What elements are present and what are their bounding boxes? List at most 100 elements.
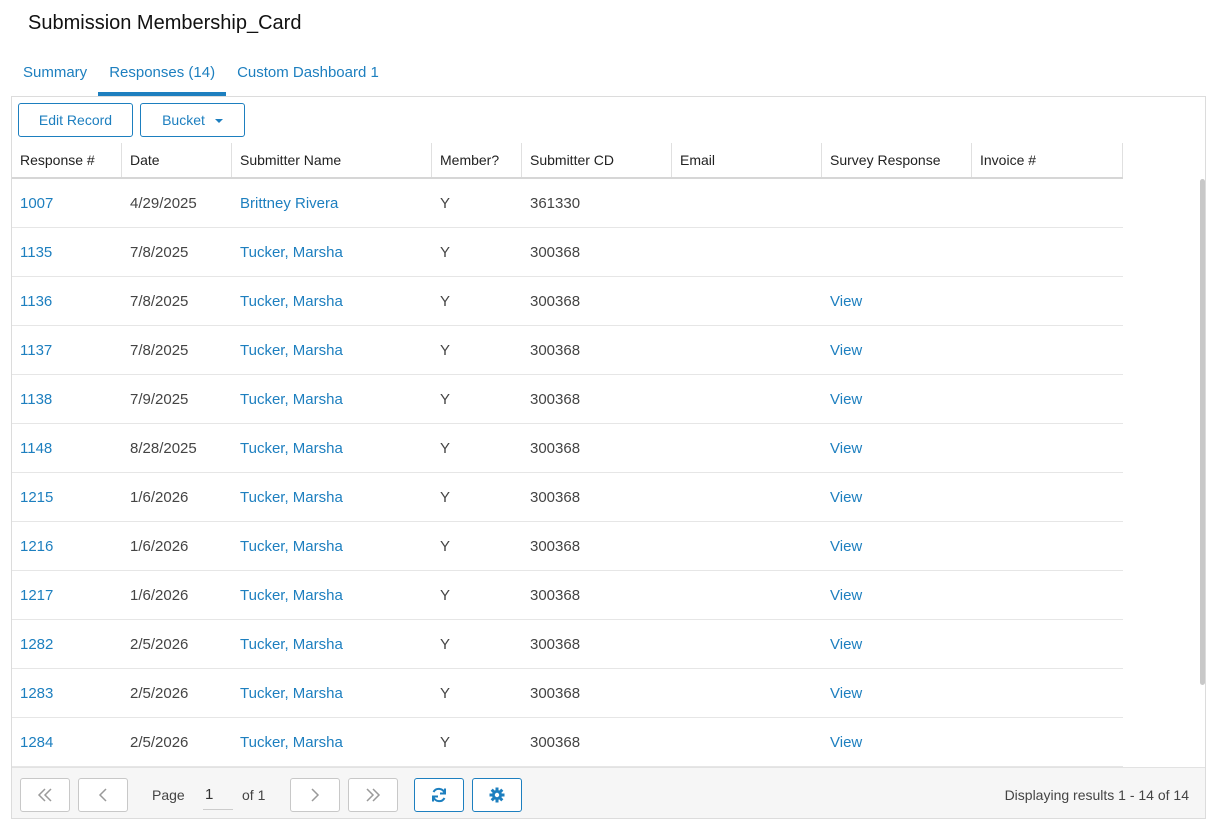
cell-submitter-name: Tucker, Marsha: [232, 522, 432, 570]
cell-invoice: [972, 473, 1123, 521]
cell-survey-response-text[interactable]: View: [830, 440, 862, 457]
cell-response-number-text[interactable]: 1137: [20, 342, 52, 359]
page-number-input[interactable]: [203, 780, 233, 810]
edit-record-button[interactable]: Edit Record: [18, 103, 133, 137]
cell-survey-response: [822, 179, 972, 227]
cell-survey-response-text[interactable]: View: [830, 293, 862, 310]
cell-survey-response-text[interactable]: View: [830, 685, 862, 702]
column-header-email[interactable]: Email: [672, 143, 822, 177]
column-header-date[interactable]: Date: [122, 143, 232, 177]
cell-survey-response: View: [822, 620, 972, 668]
last-page-icon: [366, 788, 381, 802]
cell-submitter-name-text[interactable]: Tucker, Marsha: [240, 440, 343, 457]
cell-submitter-name-text[interactable]: Brittney Rivera: [240, 195, 338, 212]
cell-member-text: Y: [440, 586, 451, 604]
edit-record-label: Edit Record: [38, 112, 113, 128]
bucket-dropdown-button[interactable]: Bucket: [140, 103, 245, 137]
tab-custom-dashboard[interactable]: Custom Dashboard 1: [226, 60, 390, 96]
cell-submitter-name-text[interactable]: Tucker, Marsha: [240, 342, 343, 359]
cell-response-number-text[interactable]: 1283: [20, 685, 53, 702]
cell-submitter-cd: 300368: [522, 718, 672, 766]
cell-survey-response-text[interactable]: View: [830, 391, 862, 408]
cell-date-text: 7/8/2025: [130, 292, 189, 310]
table-row[interactable]: 1282 2/5/2026 Tucker, Marsha Y 300368 View: [12, 620, 1123, 669]
tab-summary[interactable]: Summary: [12, 60, 98, 96]
tab-responses[interactable]: Responses (14): [98, 60, 226, 96]
cell-submitter-name-text[interactable]: Tucker, Marsha: [240, 293, 343, 310]
cell-date-text: 8/28/2025: [130, 439, 197, 457]
cell-submitter-name-text[interactable]: Tucker, Marsha: [240, 685, 343, 702]
cell-submitter-cd: 300368: [522, 571, 672, 619]
gear-icon: [489, 787, 505, 803]
table-row[interactable]: 1148 8/28/2025 Tucker, Marsha Y 300368 View: [12, 424, 1123, 473]
cell-response-number: 1217: [12, 571, 122, 619]
previous-page-button[interactable]: [78, 778, 128, 812]
table-row[interactable]: 1136 7/8/2025 Tucker, Marsha Y 300368 View: [12, 277, 1123, 326]
column-header-invoice[interactable]: Invoice #: [972, 143, 1123, 177]
table-row[interactable]: 1007 4/29/2025 Brittney Rivera Y 361330: [12, 179, 1123, 228]
cell-submitter-name: Tucker, Marsha: [232, 375, 432, 423]
cell-response-number-text[interactable]: 1216: [20, 538, 53, 555]
first-page-button[interactable]: [20, 778, 70, 812]
cell-response-number-text[interactable]: 1217: [20, 587, 53, 604]
cell-response-number: 1137: [12, 326, 122, 374]
settings-button[interactable]: [472, 778, 522, 812]
table-row[interactable]: 1138 7/9/2025 Tucker, Marsha Y 300368 View: [12, 375, 1123, 424]
table-row[interactable]: 1217 1/6/2026 Tucker, Marsha Y 300368 View: [12, 571, 1123, 620]
refresh-button[interactable]: [414, 778, 464, 812]
cell-submitter-cd-text: 300368: [530, 488, 581, 506]
last-page-button[interactable]: [348, 778, 398, 812]
cell-date-text: 7/8/2025: [130, 243, 189, 261]
cell-survey-response-text[interactable]: View: [830, 587, 862, 604]
cell-submitter-name-text[interactable]: Tucker, Marsha: [240, 734, 343, 751]
cell-survey-response-text[interactable]: View: [830, 538, 862, 555]
cell-survey-response-text[interactable]: View: [830, 489, 862, 506]
cell-invoice: [972, 228, 1123, 276]
column-header-member[interactable]: Member?: [432, 143, 522, 177]
column-header-response-number[interactable]: Response #: [12, 143, 122, 177]
cell-member: Y: [432, 277, 522, 325]
table-row[interactable]: 1215 1/6/2026 Tucker, Marsha Y 300368 View: [12, 473, 1123, 522]
cell-response-number: 1148: [12, 424, 122, 472]
cell-response-number-text[interactable]: 1136: [20, 293, 52, 310]
table-row[interactable]: 1216 1/6/2026 Tucker, Marsha Y 300368 View: [12, 522, 1123, 571]
cell-submitter-name: Tucker, Marsha: [232, 718, 432, 766]
cell-submitter-name-text[interactable]: Tucker, Marsha: [240, 489, 343, 506]
cell-submitter-name-text[interactable]: Tucker, Marsha: [240, 538, 343, 555]
column-header-submitter-name[interactable]: Submitter Name: [232, 143, 432, 177]
cell-response-number: 1136: [12, 277, 122, 325]
cell-submitter-name: Tucker, Marsha: [232, 326, 432, 374]
cell-response-number-text[interactable]: 1138: [20, 391, 52, 408]
cell-submitter-name-text[interactable]: Tucker, Marsha: [240, 587, 343, 604]
table-row[interactable]: 1137 7/8/2025 Tucker, Marsha Y 300368 View: [12, 326, 1123, 375]
cell-response-number-text[interactable]: 1148: [20, 440, 52, 457]
cell-response-number-text[interactable]: 1007: [20, 195, 53, 212]
cell-invoice: [972, 669, 1123, 717]
cell-invoice: [972, 375, 1123, 423]
cell-member: Y: [432, 669, 522, 717]
column-header-survey-response[interactable]: Survey Response: [822, 143, 972, 177]
column-header-submitter-cd[interactable]: Submitter CD: [522, 143, 672, 177]
cell-date: 1/6/2026: [122, 571, 232, 619]
next-page-button[interactable]: [290, 778, 340, 812]
cell-submitter-name-text[interactable]: Tucker, Marsha: [240, 244, 343, 261]
cell-member-text: Y: [440, 194, 451, 212]
cell-invoice: [972, 424, 1123, 472]
cell-submitter-name: Tucker, Marsha: [232, 228, 432, 276]
table-row[interactable]: 1283 2/5/2026 Tucker, Marsha Y 300368 View: [12, 669, 1123, 718]
cell-survey-response-text[interactable]: View: [830, 342, 862, 359]
vertical-scrollbar[interactable]: [1200, 179, 1205, 685]
cell-submitter-name-text[interactable]: Tucker, Marsha: [240, 636, 343, 653]
cell-response-number-text[interactable]: 1135: [20, 244, 52, 261]
caret-down-icon: [214, 119, 223, 123]
cell-submitter-name-text[interactable]: Tucker, Marsha: [240, 391, 343, 408]
table-row[interactable]: 1284 2/5/2026 Tucker, Marsha Y 300368 View: [12, 718, 1123, 767]
cell-survey-response-text[interactable]: View: [830, 734, 862, 751]
cell-response-number-text[interactable]: 1282: [20, 636, 53, 653]
table-row[interactable]: 1135 7/8/2025 Tucker, Marsha Y 300368: [12, 228, 1123, 277]
cell-response-number-text[interactable]: 1215: [20, 489, 53, 506]
cell-survey-response-text[interactable]: View: [830, 636, 862, 653]
cell-member-text: Y: [440, 439, 451, 457]
cell-response-number-text[interactable]: 1284: [20, 734, 53, 751]
cell-member-text: Y: [440, 733, 451, 751]
